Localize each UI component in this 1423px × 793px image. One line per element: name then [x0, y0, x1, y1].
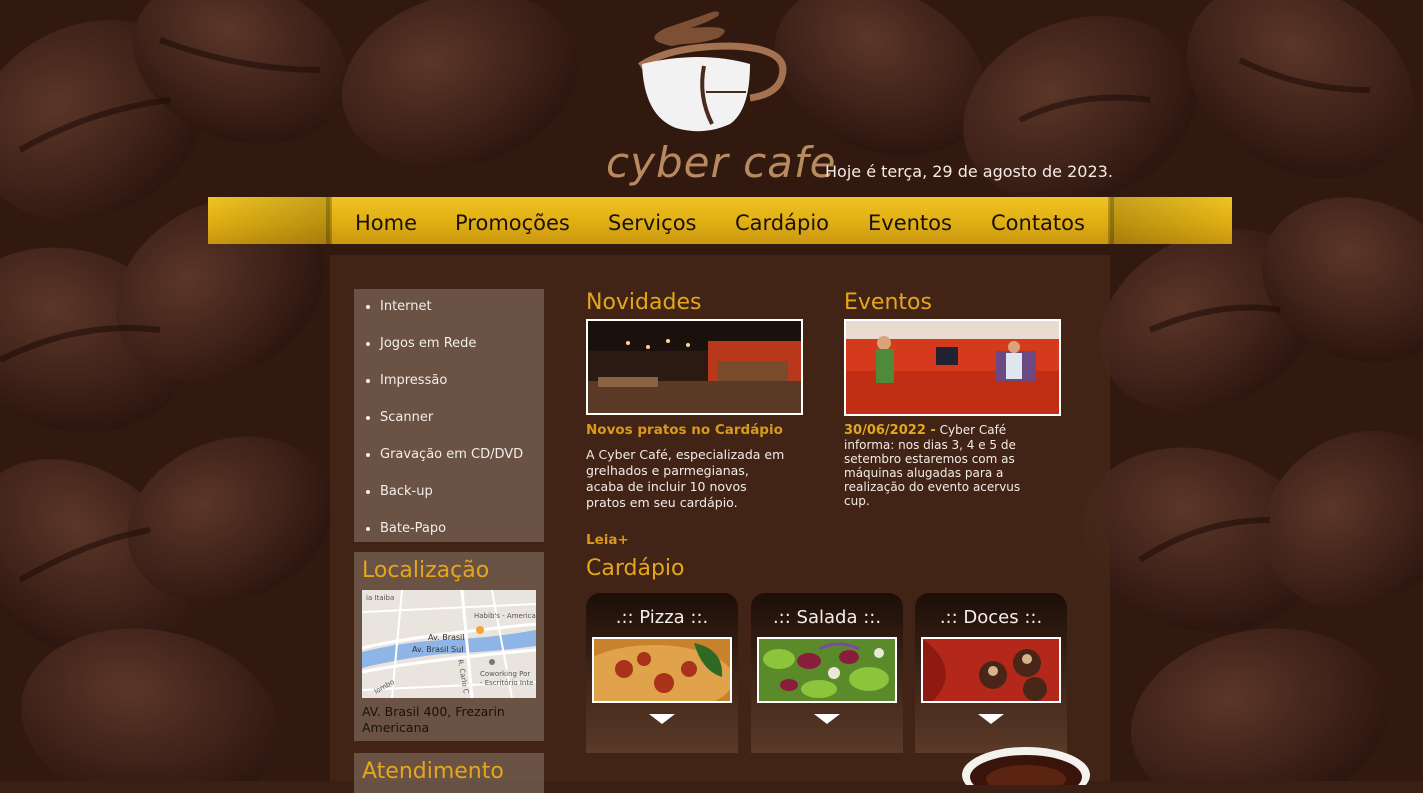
map-label: Habib's - America: [474, 612, 536, 620]
events-title: Eventos: [844, 290, 932, 315]
salad-image: [757, 637, 897, 703]
current-date: Hoje é terça, 29 de agosto de 2023.: [825, 162, 1113, 181]
chevron-down-icon: [978, 714, 1004, 724]
service-item-jogos-em-rede[interactable]: Jogos em Rede: [365, 336, 476, 351]
read-more-link[interactable]: Leia+: [586, 532, 629, 548]
location-map[interactable]: ia Itaiba Habib's - America Av. Brasil A…: [362, 590, 536, 698]
map-label: ia Itaiba: [366, 594, 394, 602]
menu-title: Cardápio: [586, 556, 685, 581]
menu-card-label: .:: Salada ::.: [772, 607, 882, 628]
service-item-scanner[interactable]: Scanner: [365, 410, 433, 425]
location-title: Localização: [362, 558, 490, 583]
nav-promocoes[interactable]: Promoções: [455, 211, 570, 235]
brand-name: cyber cafe: [606, 138, 837, 187]
chevron-down-icon: [649, 714, 675, 724]
news-body: A Cyber Café, especializada em grelhados…: [586, 447, 785, 510]
nav-servicos[interactable]: Serviços: [608, 211, 696, 235]
nav-cardapio[interactable]: Cardápio: [735, 211, 829, 235]
menu-card-doces[interactable]: .:: Doces ::.: [915, 593, 1067, 753]
menu-card-label: .:: Pizza ::.: [615, 607, 709, 628]
news-title: Novidades: [586, 290, 702, 315]
nav-eventos[interactable]: Eventos: [868, 211, 952, 235]
menu-card-pizza[interactable]: .:: Pizza ::.: [586, 593, 738, 753]
service-item-internet[interactable]: Internet: [366, 299, 432, 314]
service-item-bate-papo[interactable]: Bate-Papo: [365, 521, 446, 536]
map-label: Av. Brasil Sul: [412, 645, 463, 654]
main-navigation: Home Promoções Serviços Cardápio Eventos…: [208, 197, 1232, 244]
location-address: AV. Brasil 400, Frezarin Americana: [362, 704, 505, 735]
nav-contatos[interactable]: Contatos: [991, 211, 1085, 235]
news-photo[interactable]: [586, 319, 803, 415]
pizza-image: [592, 637, 732, 703]
map-label: Coworking Por: [480, 670, 530, 678]
attendance-box: Atendimento: [354, 753, 544, 793]
services-menu: Internet Jogos em Rede Impressão Scanner…: [354, 289, 544, 542]
menu-card-label: .:: Doces ::.: [939, 607, 1043, 628]
nav-home[interactable]: Home: [355, 211, 417, 235]
map-label: - Escritório Inte: [480, 679, 533, 687]
event-date: 30/06/2022 -: [844, 423, 936, 438]
news-headline[interactable]: Novos pratos no Cardápio: [586, 422, 783, 438]
attendance-title: Atendimento: [362, 759, 504, 784]
sweets-image: [921, 637, 1061, 703]
service-item-impressao[interactable]: Impressão: [365, 373, 447, 388]
events-photo[interactable]: [844, 319, 1061, 416]
location-box: Localização ia Itaiba Habib's - America …: [354, 552, 544, 741]
service-item-gravacao[interactable]: Gravação em CD/DVD: [365, 447, 523, 462]
menu-card-salada[interactable]: .:: Salada ::.: [751, 593, 903, 753]
event-item: 30/06/2022 - Cyber Café informa: nos dia…: [844, 423, 1044, 508]
coffee-cup-icon: [962, 747, 1090, 785]
service-item-backup[interactable]: Back-up: [366, 484, 433, 499]
chevron-down-icon: [814, 714, 840, 724]
map-label: Av. Brasil: [428, 633, 465, 642]
